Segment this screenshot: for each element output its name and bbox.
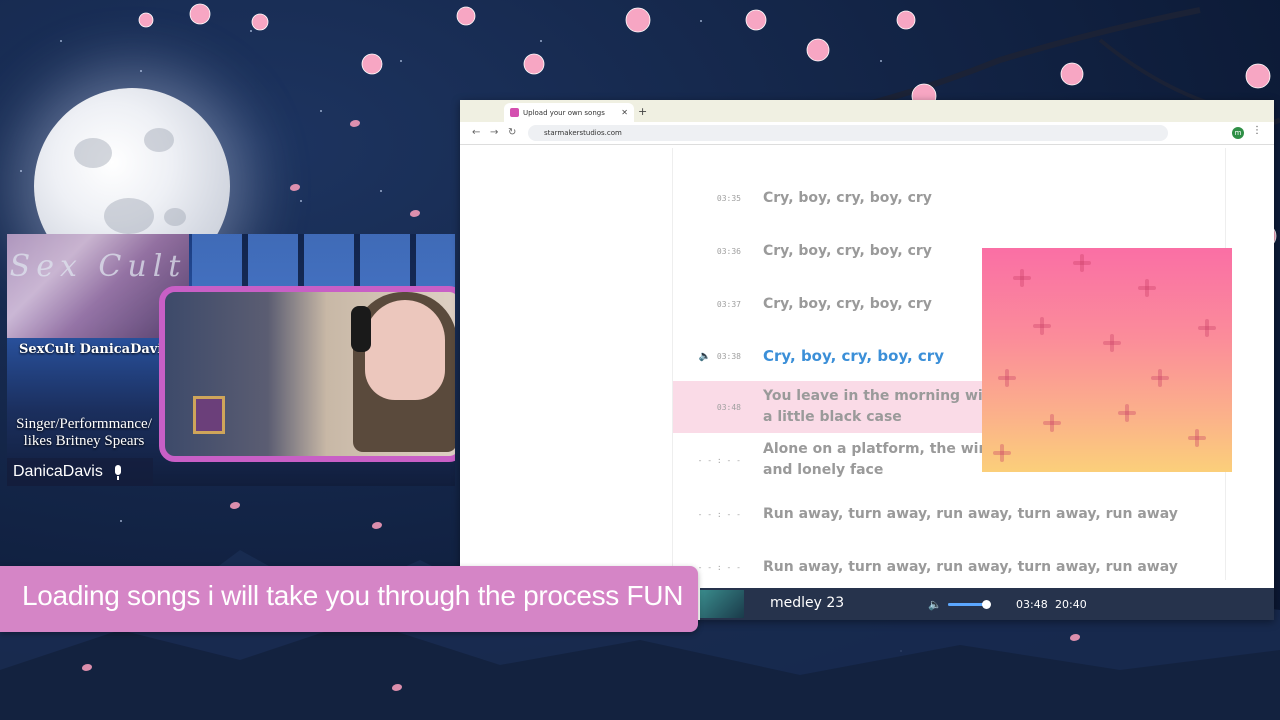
lyric-text: Run away, turn away, run away, turn away…	[763, 558, 1178, 575]
current-time: 03:48	[1016, 598, 1048, 611]
music-player-bar: medley 23 🔈 03:48 20:40	[700, 588, 1274, 620]
lyric-timestamp: - - : - -	[697, 509, 741, 519]
username-label: DanicaDavis	[13, 463, 103, 480]
headphones-icon	[351, 306, 371, 352]
lyric-time-value: 03:38	[716, 351, 741, 361]
username-plate: DanicaDavis	[7, 458, 153, 486]
lyric-timestamp: 03:36	[716, 246, 741, 256]
reload-icon[interactable]: ↻	[508, 127, 516, 138]
lyric-text-line1: You leave in the morning with e	[763, 388, 1014, 404]
volume-fill	[948, 603, 986, 606]
lyric-text: Cry, boy, cry, boy, cry	[763, 242, 932, 259]
address-bar-row: ← → ↻ starmakerstudios.com m ⋮	[460, 122, 1274, 145]
song-thumbnail[interactable]	[700, 590, 744, 618]
volume-knob[interactable]	[981, 600, 991, 609]
sparkle-gradient-panel	[982, 248, 1232, 472]
total-time: 20:40	[1055, 598, 1087, 611]
lyric-line[interactable]: - - : - - Run away, turn away, run away,…	[673, 555, 1225, 579]
petal	[290, 184, 300, 191]
microphone-icon	[113, 465, 123, 480]
lyric-text: Cry, boy, cry, boy, cry	[763, 346, 944, 365]
lyric-line[interactable]: 03:35 Cry, boy, cry, boy, cry	[673, 186, 1225, 210]
lyric-text-line2: a little black case	[763, 409, 902, 425]
lyric-timestamp: 03:37	[716, 299, 741, 309]
profile-avatar[interactable]: m	[1232, 127, 1244, 139]
favicon-icon	[510, 108, 519, 117]
lyric-timestamp: 03:48	[716, 402, 741, 412]
lyric-timestamp: 🔈 03:38	[673, 351, 763, 362]
lyric-text: You leave in the morning with e a little …	[763, 386, 1014, 428]
song-title: medley 23	[770, 595, 845, 611]
volume-icon[interactable]: 🔈	[928, 598, 942, 611]
speaker-icon: 🔈	[698, 350, 711, 362]
lyric-text: Run away, turn away, run away, turn away…	[763, 505, 1178, 522]
streamer-face	[365, 300, 445, 400]
lyric-line[interactable]: - - : - - Run away, turn away, run away,…	[673, 502, 1225, 526]
volume-slider[interactable]	[948, 600, 991, 609]
back-icon[interactable]: ←	[472, 127, 480, 138]
poster-text: Sex Cult	[9, 249, 187, 284]
new-tab-button[interactable]: +	[638, 105, 647, 118]
forward-icon[interactable]: →	[490, 127, 498, 138]
lyric-text: Cry, boy, cry, boy, cry	[763, 295, 932, 312]
tab-title: Upload your own songs	[523, 108, 605, 117]
close-tab-icon[interactable]: ✕	[621, 108, 628, 117]
lyric-text: Alone on a platform, the wind a and lonel…	[763, 439, 1013, 481]
tab-bar: Upload your own songs ✕ +	[460, 100, 1274, 122]
lyric-text-line2: and lonely face	[763, 462, 884, 478]
webcam-panel: Sex Cult SexCult DanicaDavis Singer/Perf…	[7, 234, 455, 486]
lyric-timestamp: 03:35	[716, 193, 741, 203]
menu-icon[interactable]: ⋮	[1252, 125, 1262, 136]
lyric-text: Cry, boy, cry, boy, cry	[763, 189, 932, 206]
petal	[350, 120, 360, 127]
picture-frame	[193, 396, 225, 434]
webcam-feed	[159, 286, 455, 462]
petal	[410, 210, 420, 217]
browser-tab[interactable]: Upload your own songs ✕	[504, 103, 634, 122]
banner-text: Loading songs i will take you through th…	[22, 580, 684, 611]
stream-banner: Loading songs i will take you through th…	[0, 566, 698, 632]
url-field[interactable]: starmakerstudios.com	[528, 125, 1168, 141]
channel-title: SexCult DanicaDavis	[19, 342, 170, 357]
lyric-text-line1: Alone on a platform, the wind a	[763, 441, 1013, 457]
channel-bio: Singer/Performmance/ likes Britney Spear…	[16, 416, 152, 449]
lyric-timestamp: - - : - -	[697, 455, 741, 465]
